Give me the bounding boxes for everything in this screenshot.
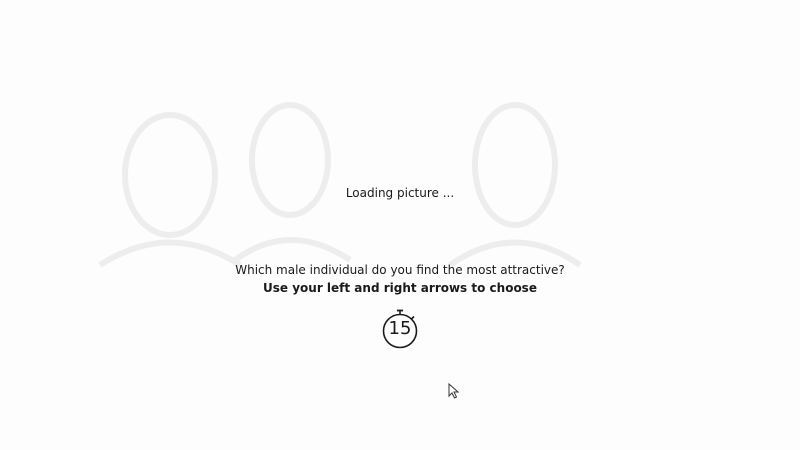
instruction-text: Use your left and right arrows to choose [263,281,537,295]
choice-screen: Loading picture ... Which male individua… [0,0,800,450]
faces-placeholder [98,102,582,268]
question-text: Which male individual do you find the mo… [235,263,565,277]
mouse-cursor-icon [448,383,460,399]
countdown-timer: 15 [380,308,420,350]
timer-seconds: 15 [388,318,412,339]
loading-message: Loading picture ... [345,186,455,200]
